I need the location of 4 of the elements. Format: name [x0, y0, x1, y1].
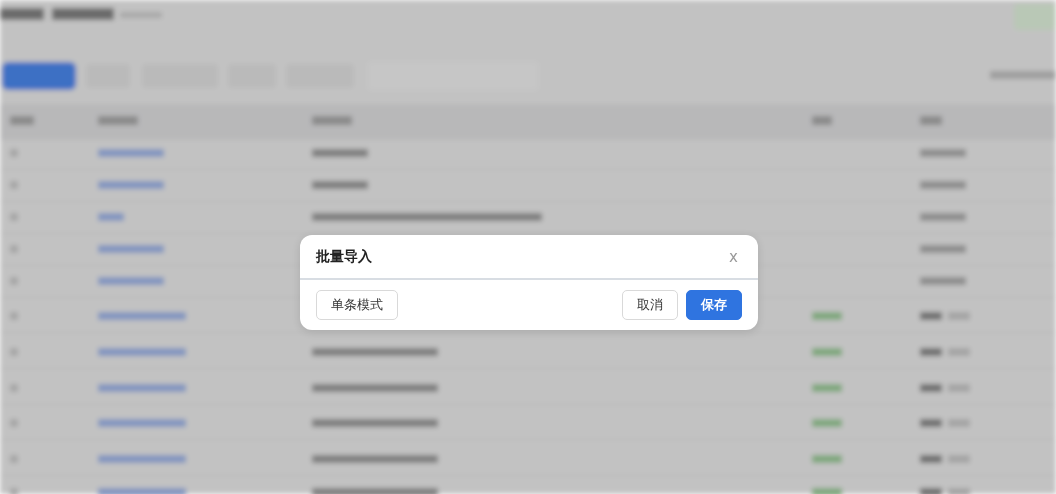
cancel-button[interactable]: 取消: [622, 290, 678, 320]
dialog-title: 批量导入: [316, 247, 372, 266]
save-button[interactable]: 保存: [686, 290, 742, 320]
mode-button[interactable]: 单条模式: [316, 290, 398, 320]
